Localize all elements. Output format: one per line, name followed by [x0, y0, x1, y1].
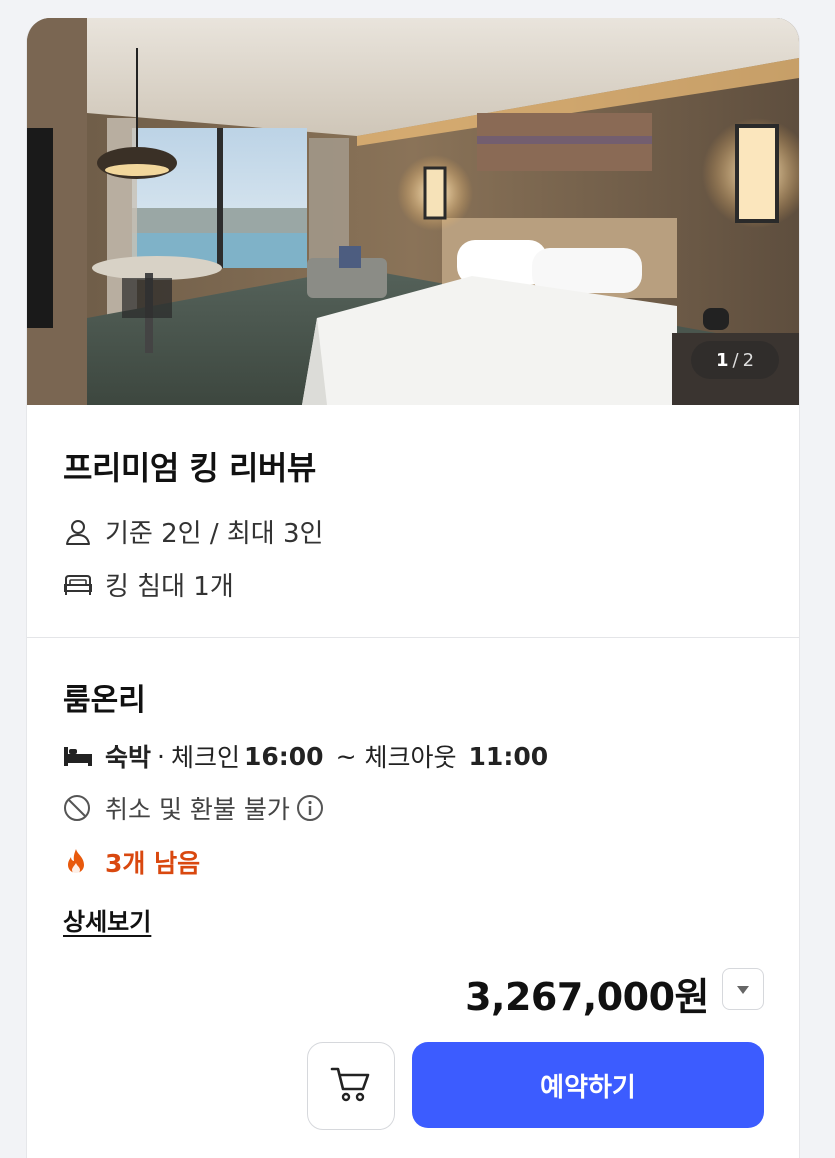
- section-divider: [27, 637, 799, 638]
- image-counter-separator: /: [732, 349, 739, 371]
- stay-dot: ·: [157, 741, 165, 771]
- caret-down-icon: [735, 980, 751, 999]
- room-photo[interactable]: 1 / 2: [27, 18, 799, 405]
- price-details-toggle[interactable]: [722, 968, 764, 1010]
- person-icon: [63, 517, 93, 547]
- bed-filled-icon: [63, 745, 95, 767]
- capacity-row: 기준 2인 / 최대 3인: [63, 513, 323, 550]
- cart-icon: [329, 1064, 373, 1108]
- room-name: 프리미엄 킹 리버뷰: [63, 449, 316, 487]
- details-link[interactable]: 상세보기: [63, 902, 151, 937]
- image-counter-total: 2: [742, 349, 755, 371]
- time-range-tilde: ~: [335, 741, 357, 771]
- bed-row: 킹 침대 1개: [63, 566, 234, 603]
- add-to-cart-button[interactable]: [307, 1042, 395, 1130]
- stock-text: 3개 남음: [105, 849, 201, 878]
- stock-row: 3개 남음: [63, 844, 200, 880]
- prohibited-icon: [63, 794, 95, 822]
- image-counter-current: 1: [715, 349, 729, 371]
- capacity-text: 기준 2인 / 최대 3인: [105, 519, 324, 549]
- checkout-label: 체크아웃: [364, 743, 457, 772]
- checkin-label: 체크인: [170, 743, 240, 772]
- cancel-policy-row: 취소 및 환불 불가: [63, 790, 324, 826]
- cancel-policy-text: 취소 및 환불 불가: [105, 795, 290, 824]
- bed-text: 킹 침대 1개: [105, 572, 234, 602]
- checkout-time: 11:00: [468, 741, 549, 771]
- fire-icon: [63, 847, 95, 877]
- room-photo-illustration: [27, 18, 799, 405]
- stay-type: 숙박: [105, 743, 152, 772]
- image-counter: 1 / 2: [691, 341, 779, 379]
- rate-plan-name: 룸온리: [63, 683, 146, 718]
- checkin-time: 16:00: [243, 741, 324, 771]
- book-button[interactable]: 예약하기: [412, 1042, 764, 1128]
- price-amount: 3,267,000원: [465, 975, 709, 1019]
- info-icon[interactable]: [296, 794, 324, 822]
- bed-icon: [63, 570, 93, 600]
- stay-info-row: 숙박 · 체크인 16:00 ~ 체크아웃 11:00: [63, 738, 548, 774]
- room-card: 1 / 2 프리미엄 킹 리버뷰 기준 2인 / 최대 3인 킹 침대 1개 룸…: [26, 18, 800, 1158]
